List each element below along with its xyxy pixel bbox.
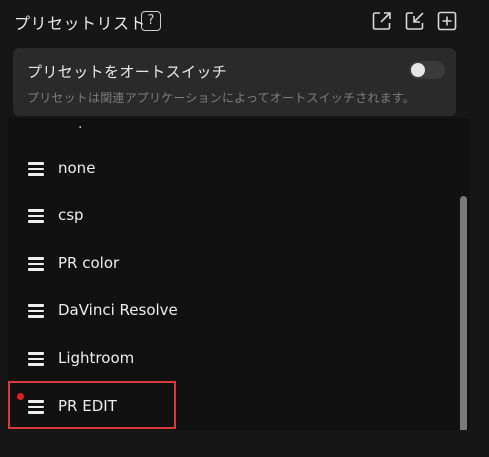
- preset-item-lightroom[interactable]: Lightroom: [8, 339, 448, 379]
- preset-label: Lightroom: [58, 349, 135, 367]
- help-icon[interactable]: ?: [141, 11, 161, 31]
- preset-label: csp: [58, 206, 84, 224]
- active-indicator-dot: [17, 393, 24, 400]
- preset-item-none[interactable]: none: [8, 149, 448, 189]
- preset-label: PR EDIT: [58, 397, 117, 415]
- autoswitch-panel: プリセットをオートスイッチ プリセットは関連アプリケーションによってオートスイッ…: [13, 48, 456, 116]
- autoswitch-toggle[interactable]: [409, 61, 445, 79]
- drag-handle-icon[interactable]: [28, 209, 44, 223]
- preset-item-csp[interactable]: csp: [8, 196, 448, 236]
- toggle-knob: [411, 63, 425, 77]
- clipped-list-item-icon: ·: [78, 120, 83, 136]
- drag-handle-icon[interactable]: [28, 162, 44, 176]
- preset-label: none: [58, 159, 96, 177]
- scrollbar-thumb[interactable]: [460, 196, 467, 440]
- export-icon[interactable]: [371, 10, 393, 32]
- add-icon[interactable]: [436, 10, 458, 32]
- autoswitch-description: プリセットは関連アプリケーションによってオートスイッチされます。: [27, 91, 416, 105]
- drag-handle-icon[interactable]: [28, 257, 44, 271]
- bottom-bar: [0, 430, 489, 457]
- preset-item-davinci-resolve[interactable]: DaVinci Resolve: [8, 291, 448, 331]
- preset-label: PR color: [58, 254, 120, 272]
- page-title: プリセットリスト: [14, 14, 147, 33]
- drag-handle-icon[interactable]: [28, 352, 44, 366]
- preset-label: DaVinci Resolve: [58, 301, 178, 319]
- drag-handle-icon[interactable]: [28, 400, 44, 414]
- preset-list-header: プリセットリスト ?: [0, 0, 489, 42]
- autoswitch-title: プリセットをオートスイッチ: [27, 63, 228, 81]
- preset-list[interactable]: · none csp PR color DaVinci Resolve Ligh…: [8, 118, 470, 430]
- preset-item-pr-color[interactable]: PR color: [8, 244, 448, 284]
- drag-handle-icon[interactable]: [28, 304, 44, 318]
- import-icon[interactable]: [404, 10, 426, 32]
- preset-item-pr-edit[interactable]: PR EDIT: [8, 381, 448, 429]
